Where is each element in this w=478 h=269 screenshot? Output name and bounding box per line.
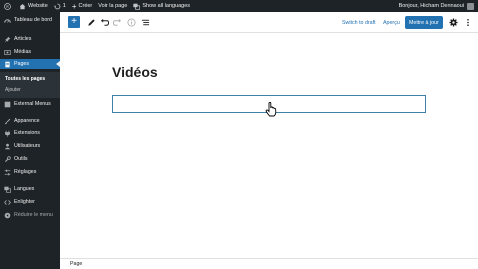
- sidebar-item-medias[interactable]: Médias: [0, 47, 60, 57]
- updates-count: 1: [62, 3, 66, 9]
- sidebar-item-utilisateurs[interactable]: Utilisateurs: [0, 141, 60, 151]
- sidebar-item-label: Médias: [14, 49, 32, 55]
- redo-icon: [113, 18, 122, 26]
- sidebar-item-label: Extensions: [14, 130, 40, 136]
- editor-toolbar: + Switch to draft Aperçu Mettre à jour: [60, 12, 478, 33]
- languages-icon: [4, 186, 11, 193]
- sidebar-item-label: Articles: [14, 36, 32, 42]
- sidebar-item-label: Utilisateurs: [14, 143, 41, 149]
- sidebar-item-outils[interactable]: Outils: [0, 154, 60, 164]
- sidebar-item-label: Enlighter: [14, 199, 35, 205]
- sidebar-item-label: Réduire le menu: [14, 212, 53, 218]
- languages-link[interactable]: Show all languages: [130, 0, 193, 12]
- brush-icon: [4, 118, 11, 125]
- preview-button[interactable]: Aperçu: [383, 15, 400, 30]
- admin-sidebar: Tableau de bord Articles Médias Pages To…: [0, 12, 60, 269]
- account-menu[interactable]: Bonjour, Hicham Dennaoui: [399, 0, 474, 12]
- view-page-link[interactable]: Voir la page: [95, 0, 130, 12]
- pin-icon: [4, 36, 11, 43]
- gear-icon: [449, 18, 458, 27]
- plus-icon: +: [71, 16, 77, 27]
- media-icon: [4, 49, 11, 56]
- sidebar-item-external-menus[interactable]: External Menus: [0, 99, 60, 109]
- submenu-all-pages[interactable]: Toutes les pages: [5, 76, 45, 82]
- tools-icon: [4, 155, 11, 163]
- wordpress-icon: W: [4, 2, 11, 10]
- translation-icon: [133, 3, 141, 10]
- block-inserter-button[interactable]: +: [68, 16, 80, 28]
- sidebar-item-label: Apparence: [14, 118, 40, 124]
- update-button[interactable]: Mettre à jour: [405, 16, 443, 29]
- pages-icon: [4, 61, 11, 68]
- sidebar-item-dashboard[interactable]: Tableau de bord: [0, 15, 60, 25]
- users-icon: [4, 143, 11, 150]
- greeting-text: Bonjour, Hicham Dennaoui: [398, 3, 464, 9]
- pencil-icon: [87, 19, 95, 26]
- more-options-button[interactable]: [463, 15, 472, 30]
- undo-button[interactable]: [99, 15, 110, 30]
- updates-link[interactable]: 1: [51, 0, 69, 12]
- sidebar-item-enlighter[interactable]: Enlighter: [0, 197, 60, 207]
- languages-label: Show all languages: [142, 3, 191, 9]
- sidebar-item-reglages[interactable]: Réglages: [0, 167, 60, 177]
- sidebar-item-langues[interactable]: Langues: [0, 184, 60, 194]
- info-icon: [127, 18, 136, 27]
- hand-pointer-icon: [265, 102, 277, 117]
- sidebar-item-label: External Menus: [14, 101, 51, 107]
- settings-button[interactable]: [448, 15, 459, 30]
- list-view-icon: [141, 19, 150, 26]
- collapse-icon: [4, 212, 11, 219]
- wp-logo-button[interactable]: W: [0, 0, 16, 12]
- sidebar-item-label: Tableau de bord: [14, 17, 52, 23]
- sidebar-item-label: Pages: [14, 61, 30, 67]
- updates-icon: [53, 3, 61, 9]
- settings-icon: [4, 169, 11, 176]
- svg-text:W: W: [6, 4, 10, 8]
- plus-icon: +: [71, 1, 77, 11]
- block-breadcrumb[interactable]: Page: [70, 261, 82, 267]
- site-name: Website: [28, 3, 48, 9]
- dashboard-icon: [4, 17, 11, 24]
- pages-submenu: Toutes les pages Ajouter: [0, 72, 60, 98]
- site-name-link[interactable]: Website: [16, 0, 51, 12]
- page-title[interactable]: Vidéos: [112, 64, 158, 80]
- home-icon: [19, 3, 26, 9]
- avatar: [467, 2, 474, 10]
- sidebar-item-extensions[interactable]: Extensions: [0, 128, 60, 138]
- more-vertical-icon: [466, 18, 469, 27]
- details-button[interactable]: [126, 15, 137, 30]
- sidebar-item-label: Réglages: [14, 169, 37, 175]
- admin-bar: W Website 1 + Créer Voir la page Show al…: [0, 0, 478, 12]
- switch-to-draft-button[interactable]: Switch to draft: [342, 15, 376, 30]
- undo-icon: [100, 18, 109, 26]
- submenu-add-page[interactable]: Ajouter: [5, 87, 21, 93]
- create-label: Créer: [78, 3, 93, 9]
- editor-footer: Page: [60, 258, 478, 269]
- redo-button[interactable]: [112, 15, 123, 30]
- sidebar-item-apparence[interactable]: Apparence: [0, 116, 60, 126]
- create-link[interactable]: + Créer: [69, 0, 95, 12]
- menu-icon: [4, 101, 11, 108]
- collapse-menu-button[interactable]: Réduire le menu: [0, 210, 60, 220]
- sidebar-item-articles[interactable]: Articles: [0, 34, 60, 44]
- sidebar-item-label: Langues: [14, 186, 35, 192]
- plugin-icon: [4, 130, 11, 137]
- view-page-label: Voir la page: [98, 3, 128, 9]
- sidebar-item-pages[interactable]: Pages: [0, 59, 60, 69]
- list-view-button[interactable]: [140, 15, 151, 30]
- sidebar-item-label: Outils: [14, 156, 28, 162]
- code-icon: [4, 199, 11, 206]
- editor-canvas: Vidéos: [60, 33, 478, 258]
- tools-button[interactable]: [85, 15, 97, 30]
